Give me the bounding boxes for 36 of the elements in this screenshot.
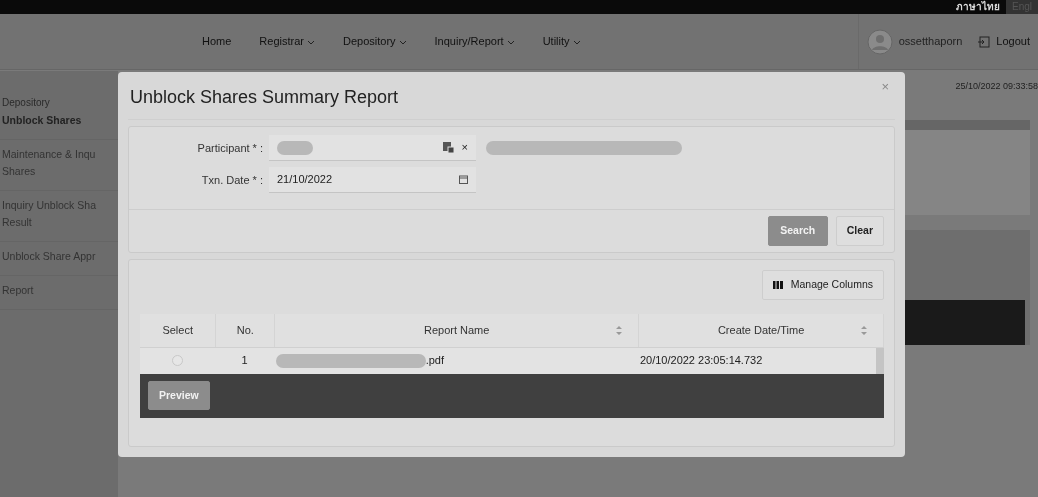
field-label: Participant * : bbox=[196, 140, 264, 156]
column-header[interactable]: Create Date/Time bbox=[717, 321, 805, 339]
column-header[interactable]: Report Name bbox=[424, 321, 490, 339]
lookup-icon[interactable] bbox=[442, 142, 454, 153]
nav-menu-item[interactable]: Depository bbox=[342, 33, 407, 50]
chevron-down-icon bbox=[506, 39, 515, 45]
nav-menu-item[interactable]: Home bbox=[202, 33, 232, 50]
chevron-down-icon bbox=[306, 39, 315, 45]
user-name: ossetthaporn bbox=[898, 34, 963, 50]
table-cell: 20/10/2022 23:05:14.732 bbox=[639, 354, 763, 367]
sort-icon[interactable] bbox=[616, 325, 623, 335]
datetime-text: 25/10/2022 09:33:58 bbox=[955, 80, 1038, 93]
clear-button[interactable]: Clear bbox=[835, 216, 884, 246]
nav-menu-item[interactable]: Utility bbox=[542, 33, 581, 50]
column-header: No. bbox=[236, 322, 254, 338]
manage-columns-button[interactable]: Manage Columns bbox=[761, 269, 884, 300]
columns-icon bbox=[772, 280, 783, 289]
table-cell-text: .pdf bbox=[425, 353, 444, 369]
radio-button[interactable] bbox=[172, 355, 184, 366]
table-cell: 1 bbox=[241, 354, 248, 367]
nav-menu-item[interactable]: Registrar bbox=[259, 33, 315, 50]
column-header: Select bbox=[162, 322, 193, 338]
sidebar-section-title: Depository bbox=[1, 96, 51, 110]
field-label: Txn. Date * : bbox=[200, 172, 264, 188]
avatar-icon bbox=[866, 28, 893, 55]
chevron-down-icon bbox=[572, 39, 581, 45]
participant-field[interactable]: × bbox=[269, 135, 476, 161]
date-field[interactable]: 21/10/2022 bbox=[269, 167, 476, 193]
close-button[interactable]: × bbox=[875, 76, 895, 98]
logout-link[interactable]: Logout bbox=[970, 33, 1038, 50]
chevron-down-icon bbox=[398, 39, 407, 45]
calendar-icon[interactable] bbox=[459, 175, 468, 184]
logout-icon bbox=[978, 35, 991, 48]
nav-menu-item[interactable]: Inquiry/Report bbox=[434, 33, 515, 50]
clear-button[interactable]: × bbox=[461, 139, 468, 156]
sort-icon[interactable] bbox=[861, 325, 867, 335]
